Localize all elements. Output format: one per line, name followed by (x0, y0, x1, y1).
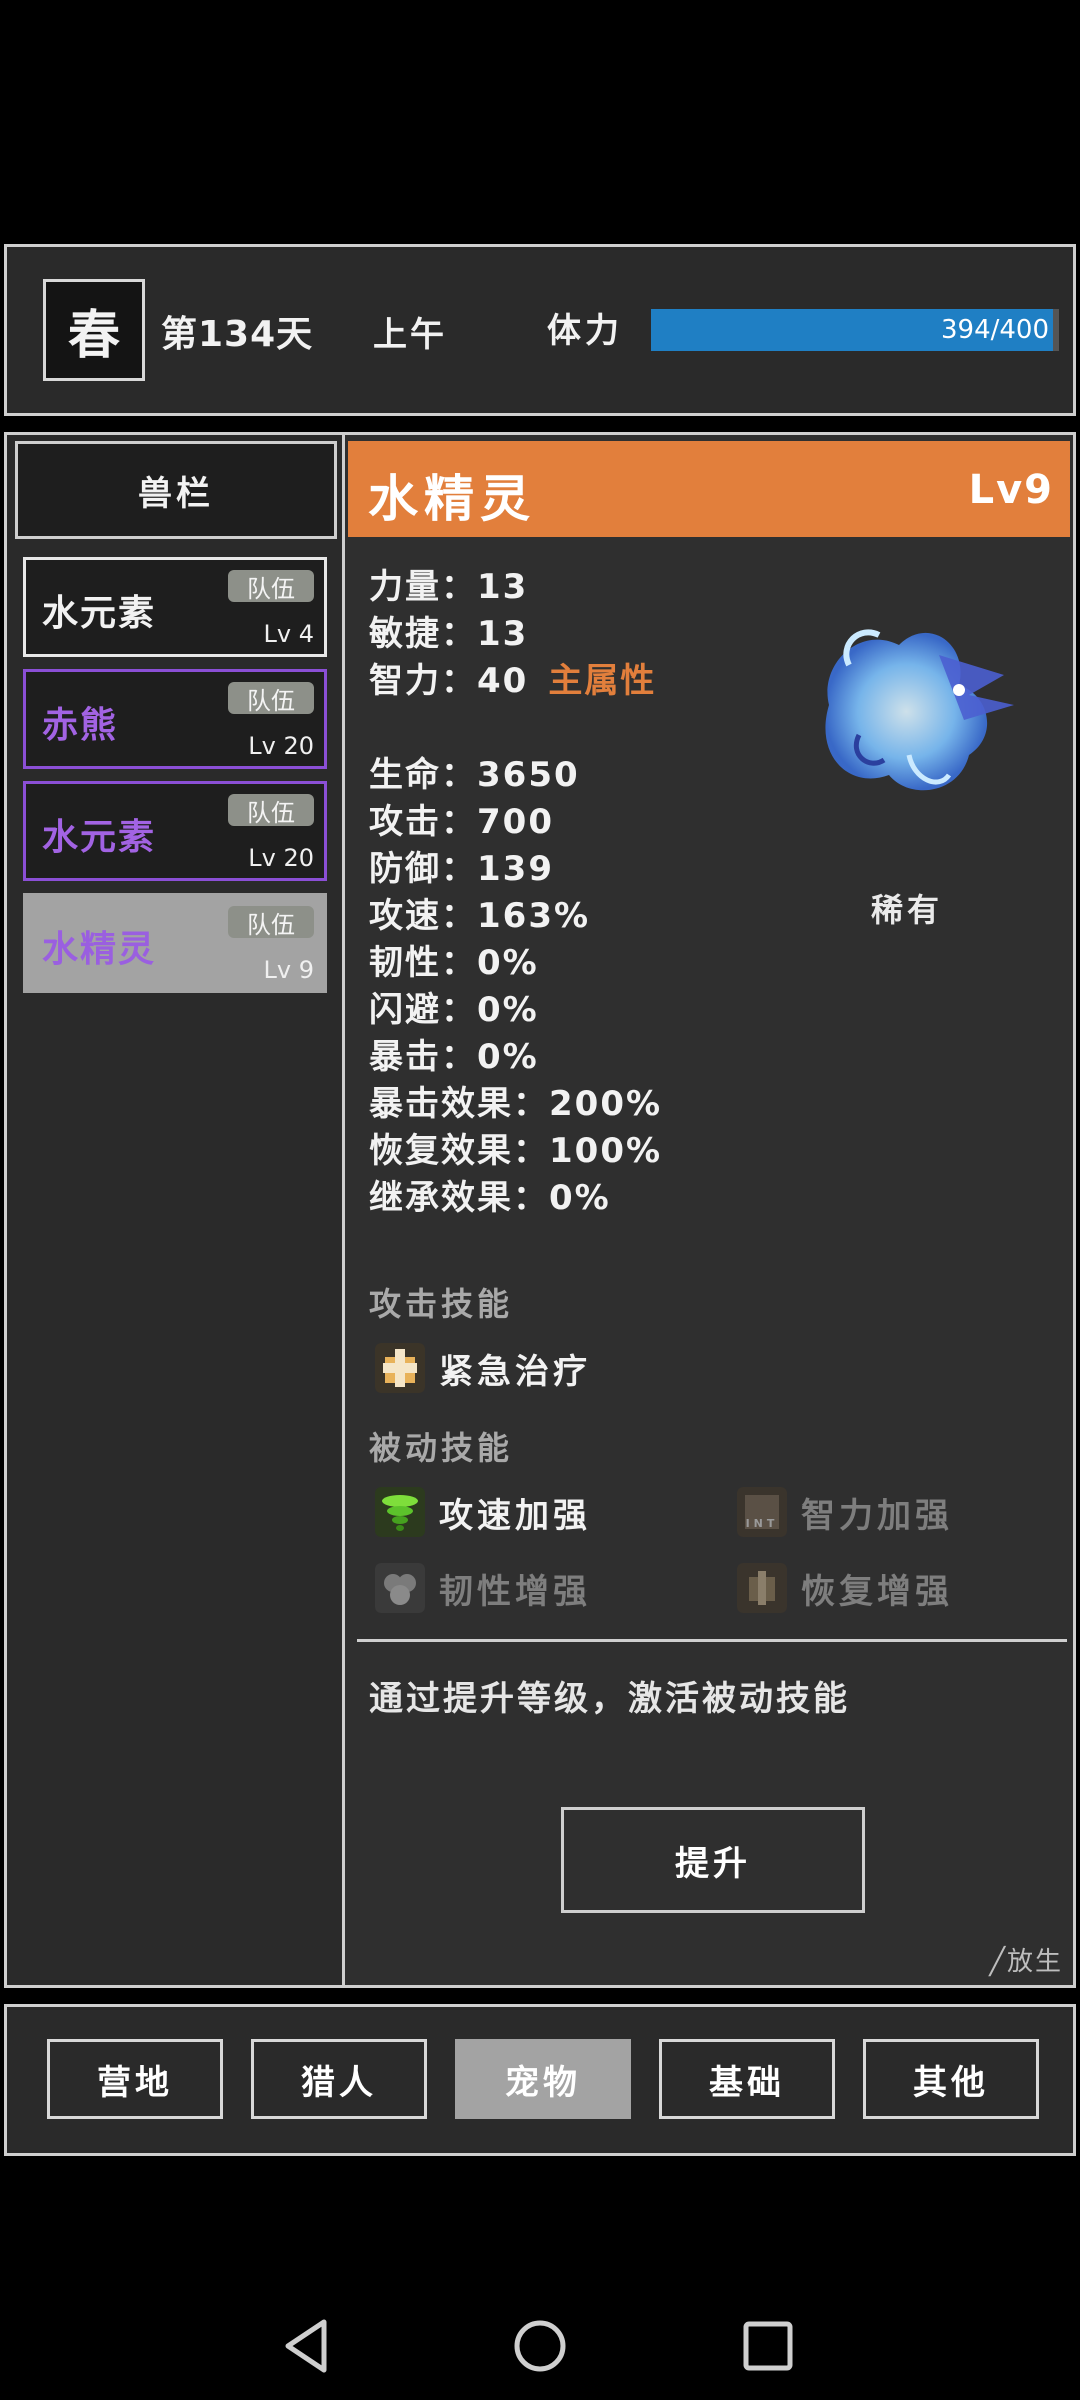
water-spirit-portrait (825, 629, 1014, 791)
upgrade-button[interactable]: 提升 (561, 1807, 865, 1913)
upgrade-hint: 通过提升等级，激活被动技能 (369, 1679, 850, 1719)
stat-hp: 生命：3650 (369, 755, 580, 795)
skill-name: 紧急治疗 (439, 1351, 591, 1392)
pet-level: Lv9 (968, 467, 1054, 513)
toughness-icon (375, 1563, 425, 1613)
beast-name: 水精灵 (42, 929, 157, 970)
tab-basic[interactable]: 基础 (659, 2039, 835, 2119)
beast-pen-title: 兽栏 (15, 441, 337, 539)
stat-intelligence: 智力：40 (369, 661, 529, 701)
beast-list-item[interactable]: 赤熊 队伍 Lv 20 (23, 669, 327, 769)
team-badge: 队伍 (228, 906, 314, 939)
beast-list-item[interactable]: 水元素 队伍 Lv 4 (23, 557, 327, 657)
stat-attack-speed: 攻速：163% (369, 896, 591, 936)
tab-camp[interactable]: 营地 (47, 2039, 223, 2119)
skill-intelligence-boost[interactable]: INT 智力加强 (737, 1487, 953, 1537)
beast-name: 水元素 (42, 593, 157, 634)
beast-list-item[interactable]: 水精灵 队伍 Lv 9 (23, 893, 327, 993)
stat-defense: 防御：139 (369, 849, 554, 889)
passive-skill-title: 被动技能 (369, 1429, 514, 1467)
pet-header: 水精灵 Lv9 (348, 441, 1070, 537)
season-indicator: 春 (43, 279, 145, 381)
stat-attack: 攻击：700 (369, 802, 554, 842)
stamina-label: 体力 (547, 311, 623, 351)
stat-recovery-effect: 恢复效果：100% (369, 1131, 663, 1171)
stat-crit-effect: 暴击效果：200% (369, 1084, 663, 1124)
stamina-value: 394/400 (940, 315, 1049, 345)
tab-other[interactable]: 其他 (863, 2039, 1039, 2119)
beast-name: 赤熊 (42, 705, 119, 746)
skill-emergency-heal[interactable]: 紧急治疗 (375, 1343, 591, 1393)
beast-level: Lv 4 (263, 620, 314, 648)
stat-intelligence-row: 智力：40 主属性 (369, 653, 656, 702)
beast-level: Lv 20 (248, 844, 314, 872)
skill-name: 攻速加强 (439, 1495, 591, 1536)
pet-detail-panel: 水精灵 Lv9 力量：13 敏捷：13 智力：40 主属性 生命：3650 攻击：… (342, 432, 1076, 1988)
stat-toughness: 韧性：0% (369, 943, 539, 983)
stamina-bar: 394/400 (651, 309, 1059, 351)
skill-recovery-boost[interactable]: 恢复增强 (737, 1563, 953, 1613)
stat-crit: 暴击：0% (369, 1037, 539, 1077)
skill-attack-speed-boost[interactable]: 攻速加强 (375, 1487, 591, 1537)
home-circle-icon[interactable] (504, 2310, 576, 2382)
tornado-icon (375, 1487, 425, 1537)
status-panel: 春 第134天 上午 体力 394/400 (4, 244, 1076, 416)
release-pet-link[interactable]: ╱放生 (989, 1941, 1063, 1978)
heal-skill-icon (375, 1343, 425, 1393)
skill-name: 智力加强 (801, 1495, 953, 1536)
stat-inherit-effect: 继承效果：0% (369, 1178, 611, 1218)
beast-pen-panel: 兽栏 水元素 队伍 Lv 4 赤熊 队伍 Lv 20 水元素 队伍 Lv 20 … (4, 432, 346, 1988)
section-divider (357, 1639, 1067, 1642)
svg-text:INT: INT (746, 1517, 779, 1530)
team-badge: 队伍 (228, 794, 314, 827)
skill-name: 韧性增强 (439, 1571, 591, 1612)
beast-name: 水元素 (42, 817, 157, 858)
team-badge: 队伍 (228, 570, 314, 603)
recovery-icon (737, 1563, 787, 1613)
back-triangle-icon[interactable] (272, 2310, 344, 2382)
skill-name: 恢复增强 (801, 1571, 953, 1612)
main-attribute-tag: 主属性 (548, 661, 657, 701)
attack-skill-title: 攻击技能 (369, 1285, 514, 1323)
beast-level: Lv 20 (248, 732, 314, 760)
day-counter: 第134天 (161, 314, 314, 355)
skill-toughness-boost[interactable]: 韧性增强 (375, 1563, 591, 1613)
tab-pet[interactable]: 宠物 (455, 2039, 631, 2119)
team-badge: 队伍 (228, 682, 314, 715)
intelligence-icon: INT (737, 1487, 787, 1537)
recents-square-icon[interactable] (732, 2310, 804, 2382)
tab-hunter[interactable]: 猎人 (251, 2039, 427, 2119)
stat-strength: 力量：13 (369, 567, 529, 607)
rarity-label: 稀有 (871, 891, 944, 929)
pet-name: 水精灵 (368, 470, 536, 528)
time-of-day: 上午 (373, 315, 447, 355)
beast-list-item[interactable]: 水元素 队伍 Lv 20 (23, 781, 327, 881)
stat-dodge: 闪避：0% (369, 990, 539, 1030)
bottom-nav: 营地 猎人 宠物 基础 其他 (4, 2004, 1076, 2156)
beast-level: Lv 9 (263, 956, 314, 984)
stat-agility: 敏捷：13 (369, 614, 529, 654)
